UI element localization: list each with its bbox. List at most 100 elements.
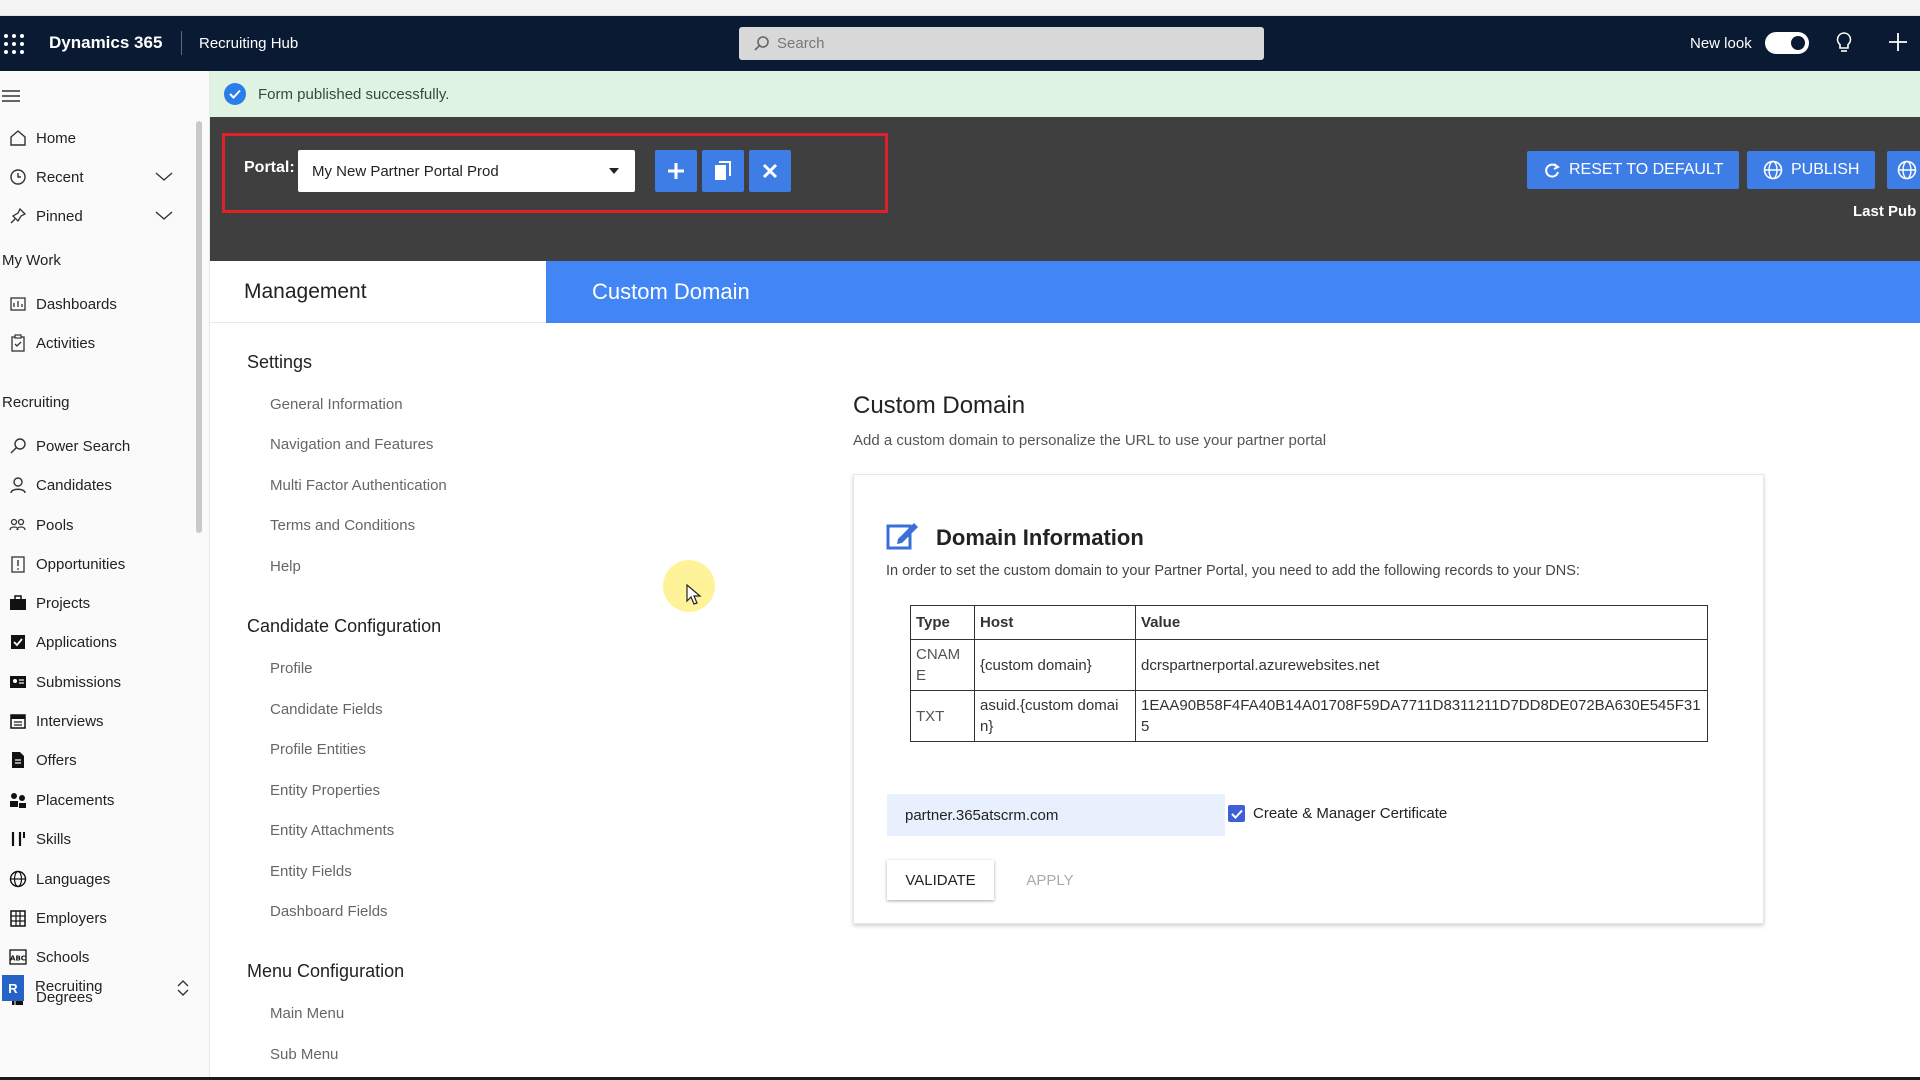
app-name[interactable]: Recruiting Hub <box>199 35 298 52</box>
menu-item-terms[interactable]: Terms and Conditions <box>270 517 415 534</box>
globe-icon <box>1763 160 1783 180</box>
sidebar-item-skills[interactable]: Skills <box>0 824 71 854</box>
cell-value: 1EAA90B58F4FA40B14A01708F59DA7711D831121… <box>1135 690 1708 742</box>
sidebar-item-applications[interactable]: Applications <box>0 627 117 657</box>
sidebar-item-projects[interactable]: Projects <box>0 588 90 618</box>
management-panel <box>210 261 546 1080</box>
certificate-checkbox[interactable]: Create & Manager Certificate <box>1228 805 1447 822</box>
portal-select-value: My New Partner Portal Prod <box>312 162 499 180</box>
sidebar-item-pools[interactable]: Pools <box>0 510 74 540</box>
section-header: Custom Domain <box>546 261 1920 323</box>
menu-item-profile[interactable]: Profile <box>270 660 313 677</box>
refresh-icon <box>1543 161 1561 179</box>
sidebar-item-candidates[interactable]: Candidates <box>0 470 112 500</box>
sidebar-item-interviews[interactable]: Interviews <box>0 706 104 736</box>
menu-item-entity-attachments[interactable]: Entity Attachments <box>270 822 394 839</box>
sidebar-item-submissions[interactable]: Submissions <box>0 667 121 697</box>
chevron-down-icon[interactable] <box>155 172 173 182</box>
menu-item-entity-fields[interactable]: Entity Fields <box>270 863 352 880</box>
abc-icon: ABC <box>0 948 36 966</box>
sidebar-item-placements[interactable]: Placements <box>0 785 114 815</box>
edit-icon <box>886 520 920 550</box>
portal-select[interactable]: My New Partner Portal Prod <box>298 150 635 192</box>
globe-icon <box>0 870 36 888</box>
dropdown-caret-icon <box>609 168 619 174</box>
menu-item-navigation-features[interactable]: Navigation and Features <box>270 436 433 453</box>
sidebar-item-dashboards[interactable]: Dashboards <box>0 289 117 319</box>
menu-item-dashboard-fields[interactable]: Dashboard Fields <box>270 903 388 920</box>
check-circle-icon <box>224 83 246 105</box>
sidebar-item-employers[interactable]: Employers <box>0 903 107 933</box>
clipboard-icon <box>0 334 36 352</box>
page-subtitle: Add a custom domain to personalize the U… <box>853 432 1327 449</box>
page-title: Custom Domain <box>853 392 1026 419</box>
sidebar-item-label: Placements <box>36 791 115 809</box>
menu-item-general-information[interactable]: General Information <box>270 396 403 413</box>
menu-item-help[interactable]: Help <box>270 558 301 575</box>
lightbulb-icon[interactable] <box>1834 31 1854 55</box>
menu-item-main-menu[interactable]: Main Menu <box>270 1005 344 1022</box>
sidebar-item-schools[interactable]: ABC Schools <box>0 942 89 972</box>
checkbox-checked-icon <box>1228 805 1245 822</box>
publish-button[interactable]: PUBLISH <box>1747 151 1876 189</box>
brand-name[interactable]: Dynamics 365 <box>49 33 162 53</box>
pin-icon <box>0 207 36 225</box>
sidebar-item-opportunities[interactable]: Opportunities <box>0 549 125 579</box>
reset-to-default-button[interactable]: RESET TO DEFAULT <box>1527 151 1740 189</box>
search-box[interactable]: Search <box>739 27 1264 60</box>
area-switcher-label[interactable]: Recruiting <box>35 978 103 995</box>
add-portal-button[interactable] <box>655 150 697 192</box>
sidebar-item-label: Offers <box>36 751 77 769</box>
hamburger-icon[interactable] <box>2 89 20 103</box>
area-switcher-chevron-icon[interactable] <box>176 978 190 998</box>
custom-domain-input[interactable] <box>887 794 1225 836</box>
preview-site-button[interactable] <box>1887 151 1920 189</box>
mouse-cursor-icon <box>686 584 702 606</box>
svg-text:ABC: ABC <box>10 955 26 963</box>
menu-item-mfa[interactable]: Multi Factor Authentication <box>270 477 447 494</box>
certificate-label: Create & Manager Certificate <box>1253 805 1448 822</box>
management-title: Management <box>210 261 546 323</box>
cell-value: dcrspartnerportal.azurewebsites.net <box>1135 639 1708 691</box>
app-launcher-icon[interactable] <box>4 34 24 54</box>
validate-button[interactable]: VALIDATE <box>887 860 994 900</box>
person-icon <box>0 476 36 494</box>
menu-item-entity-properties[interactable]: Entity Properties <box>270 782 380 799</box>
search-icon <box>753 35 777 53</box>
sidebar-item-languages[interactable]: Languages <box>0 864 110 894</box>
sidebar-item-activities[interactable]: Activities <box>0 328 95 358</box>
card-title: Domain Information <box>936 525 1144 550</box>
publish-label: PUBLISH <box>1791 161 1860 178</box>
cell-type: TXT <box>910 690 975 742</box>
section-title-candidate-configuration: Candidate Configuration <box>247 616 442 636</box>
plus-icon[interactable] <box>1887 31 1909 53</box>
clock-icon <box>0 168 36 186</box>
sidebar-item-label: Candidates <box>36 476 112 494</box>
sidebar-item-label: Languages <box>36 870 111 888</box>
menu-item-candidate-fields[interactable]: Candidate Fields <box>270 701 383 718</box>
calendar-icon <box>0 712 36 730</box>
close-icon <box>762 163 778 179</box>
sidebar-item-home[interactable]: Home <box>0 123 76 153</box>
briefcase-icon <box>0 594 36 612</box>
column-header-type: Type <box>910 605 975 640</box>
nav-section-header: Recruiting <box>2 394 70 411</box>
sidebar-item-label: Pinned <box>36 207 83 225</box>
chevron-down-icon[interactable] <box>155 211 173 221</box>
notification-text: Form published successfully. <box>258 85 450 103</box>
sidebar-item-offers[interactable]: Offers <box>0 745 77 775</box>
menu-item-sub-menu[interactable]: Sub Menu <box>270 1046 338 1063</box>
delete-portal-button[interactable] <box>749 150 791 192</box>
new-look-toggle[interactable] <box>1765 32 1809 54</box>
column-header-host: Host <box>974 605 1136 640</box>
globe-icon <box>1897 160 1917 180</box>
sidebar-item-pinned[interactable]: Pinned <box>0 201 83 231</box>
copy-portal-button[interactable] <box>702 150 744 192</box>
sidebar-item-recent[interactable]: Recent <box>0 162 84 192</box>
apply-button[interactable]: APPLY <box>1015 860 1085 900</box>
sidebar-item-label: Employers <box>36 909 107 927</box>
menu-item-profile-entities[interactable]: Profile Entities <box>270 741 366 758</box>
sidebar-scrollbar[interactable] <box>196 121 202 533</box>
sidebar-item-power-search[interactable]: Power Search <box>0 431 130 461</box>
search-placeholder: Search <box>777 35 825 52</box>
